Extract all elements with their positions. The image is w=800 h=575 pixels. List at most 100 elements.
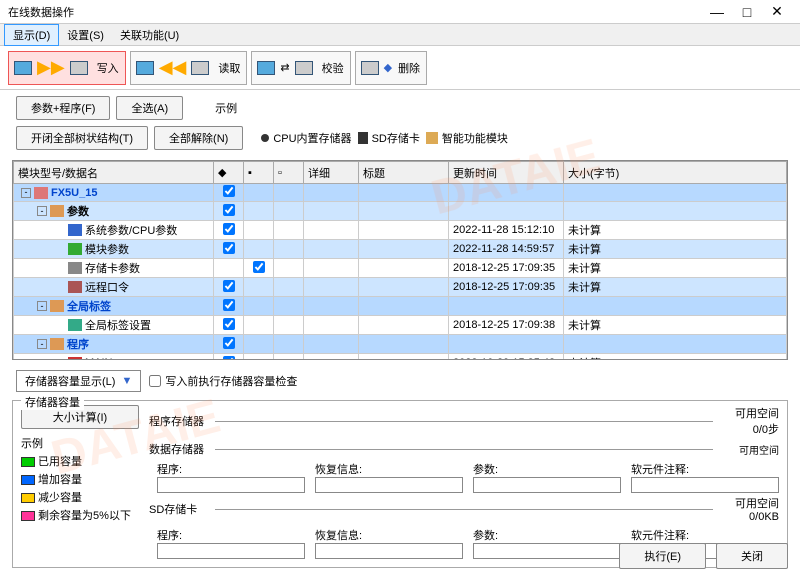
row-checkbox[interactable] [223, 356, 235, 361]
data-storage: 数据存储器 可用空间 [149, 441, 779, 457]
row-checkbox[interactable] [223, 242, 235, 254]
row-checkbox[interactable] [223, 223, 235, 235]
legend-title: 示例 [215, 100, 237, 116]
row-checkbox[interactable] [223, 204, 235, 216]
row-checkbox[interactable] [223, 299, 235, 311]
table-row[interactable]: - 全局标签 [14, 297, 787, 316]
mem-display-dropdown[interactable]: 存储器容量显示(L)▼ [16, 370, 141, 392]
menu-display[interactable]: 显示(D) [4, 24, 59, 46]
legend-swatch: 已用容量 [21, 453, 139, 469]
row-checkbox[interactable] [253, 261, 265, 273]
item-label: 远程口令 [85, 279, 129, 295]
item-label: FX5U_15 [51, 187, 97, 199]
field-prog: 程序: [157, 527, 305, 559]
tb-delete[interactable]: ◆ 删除 [355, 51, 427, 85]
field-restore: 恢复信息: [315, 527, 463, 559]
menu-bar: 显示(D) 设置(S) 关联功能(U) [0, 24, 800, 46]
mid-controls: 存储器容量显示(L)▼ 写入前执行存储器容量检查 [0, 364, 800, 398]
row-checkbox[interactable] [223, 318, 235, 330]
legend-swatch: 减少容量 [21, 489, 139, 505]
row-checkbox[interactable] [223, 337, 235, 349]
field-param-input[interactable] [473, 477, 621, 493]
field-param: 参数: [473, 527, 621, 559]
legend-smart: 智能功能模块 [426, 130, 508, 146]
table-header: 模块型号/数据名◆▪▫ 详细标题 更新时间大小(字节) [14, 162, 787, 184]
field-comment-input[interactable] [631, 477, 779, 493]
button-row-2: 开闭全部树状结构(T) 全部解除(N) CPU内置存储器 SD存储卡 智能功能模… [0, 126, 800, 156]
item-icon [68, 262, 82, 274]
field-prog: 程序: [157, 461, 305, 493]
module-table[interactable]: 模块型号/数据名◆▪▫ 详细标题 更新时间大小(字节) -FX5U_15-参数系… [12, 160, 788, 360]
arrow-left-icon: ◀◀ [159, 57, 187, 78]
table-row[interactable]: 系统参数/CPU参数2022-11-28 15:12:10未计算 [14, 221, 787, 240]
table-row[interactable]: 全局标签设置2018-12-25 17:09:38未计算 [14, 316, 787, 335]
computer-icon [254, 56, 278, 80]
item-icon [68, 224, 82, 236]
expand-icon[interactable]: - [37, 339, 47, 349]
tb-read[interactable]: ◀◀ 读取 [130, 51, 248, 85]
computer-icon [133, 56, 157, 80]
close-button[interactable]: ✕ [762, 3, 792, 20]
field-param-input[interactable] [473, 543, 621, 559]
toolbar: ▶▶ 写入 ◀◀ 读取 ⇄ 校验 ◆ 删除 [0, 46, 800, 90]
item-label: 参数 [67, 203, 89, 219]
item-icon [68, 357, 82, 360]
deselect-all-button[interactable]: 全部解除(N) [154, 126, 243, 150]
table-row[interactable]: 存储卡参数2018-12-25 17:09:35未计算 [14, 259, 787, 278]
plc-icon [358, 56, 382, 80]
sd-storage: SD存储卡 可用空间0/0KB [149, 495, 779, 523]
legend-swatch: 剩余容量为5%以下 [21, 507, 139, 523]
menu-related[interactable]: 关联功能(U) [112, 25, 187, 45]
expand-icon[interactable]: - [37, 206, 47, 216]
select-all-button[interactable]: 全选(A) [116, 96, 183, 120]
expand-icon[interactable]: - [21, 188, 31, 198]
tb-verify[interactable]: ⇄ 校验 [251, 51, 350, 85]
legend-sd: SD存储卡 [358, 130, 420, 146]
table-row[interactable]: MAIN2022-10-29 15:35:48未计算 [14, 354, 787, 361]
field-restore-input[interactable] [315, 543, 463, 559]
item-icon [68, 319, 82, 331]
table-row[interactable]: 模块参数2022-11-28 14:59:57未计算 [14, 240, 787, 259]
table-row[interactable]: - 程序 [14, 335, 787, 354]
table-row[interactable]: 远程口令2018-12-25 17:09:35未计算 [14, 278, 787, 297]
prog-storage: 程序存储器 可用空间0/0步 [149, 405, 779, 437]
item-icon [34, 187, 48, 199]
table-row[interactable]: - FX5U_15 [14, 184, 787, 202]
arrow-right-icon: ▶▶ [37, 57, 65, 78]
precheck-checkbox[interactable]: 写入前执行存储器容量检查 [149, 373, 297, 389]
row-checkbox[interactable] [223, 280, 235, 292]
item-icon [68, 281, 82, 293]
legend-cpu: CPU内置存储器 [261, 130, 351, 146]
plc-icon [292, 56, 316, 80]
computer-icon [11, 56, 35, 80]
tb-write[interactable]: ▶▶ 写入 [8, 51, 126, 85]
execute-button[interactable]: 执行(E) [619, 543, 706, 569]
menu-settings[interactable]: 设置(S) [59, 25, 112, 45]
expand-icon[interactable]: - [37, 301, 47, 311]
table-row[interactable]: - 参数 [14, 202, 787, 221]
maximize-button[interactable]: □ [732, 4, 762, 20]
field-restore-input[interactable] [315, 477, 463, 493]
title-bar: 在线数据操作 — □ ✕ [0, 0, 800, 24]
minimize-button[interactable]: — [702, 4, 732, 20]
plc-icon [188, 56, 212, 80]
item-icon [50, 338, 64, 350]
plc-icon [67, 56, 91, 80]
item-icon [68, 243, 82, 255]
eraser-icon: ◆ [384, 61, 392, 74]
item-label: 存储卡参数 [85, 260, 140, 276]
field-comment: 软元件注释: [631, 461, 779, 493]
link-icon: ⇄ [280, 61, 289, 74]
field-prog-input[interactable] [157, 543, 305, 559]
item-label: 全局标签 [67, 298, 111, 314]
item-icon [50, 205, 64, 217]
item-icon [50, 300, 64, 312]
chevron-down-icon: ▼ [121, 375, 132, 387]
item-label: 程序 [67, 336, 89, 352]
row-checkbox[interactable] [223, 185, 235, 197]
param-prog-button[interactable]: 参数+程序(F) [16, 96, 110, 120]
field-prog-input[interactable] [157, 477, 305, 493]
open-tree-button[interactable]: 开闭全部树状结构(T) [16, 126, 148, 150]
footer: 执行(E) 关闭 [619, 543, 788, 569]
close-dialog-button[interactable]: 关闭 [716, 543, 788, 569]
